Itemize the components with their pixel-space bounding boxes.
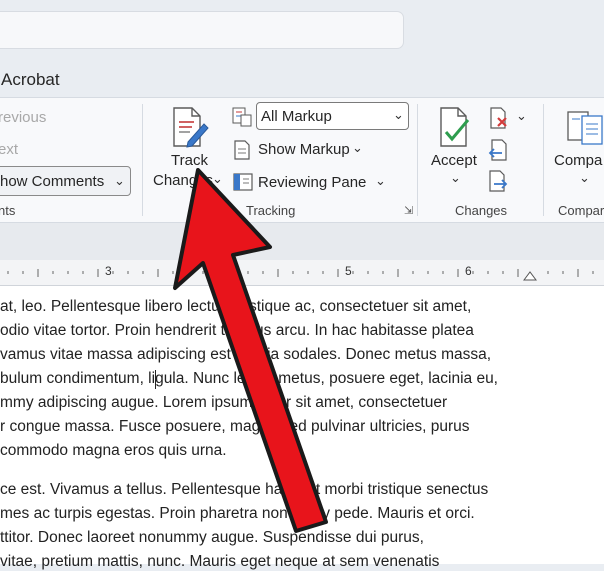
- red-arrow-annotation: [173, 168, 328, 533]
